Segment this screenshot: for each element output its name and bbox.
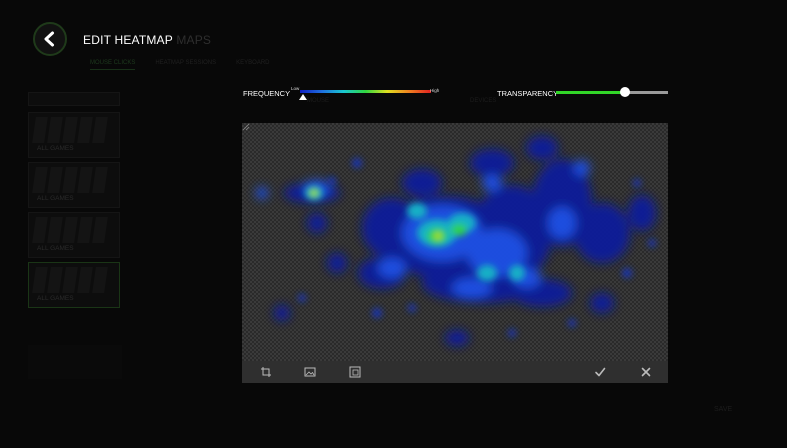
transparency-slider[interactable] — [556, 91, 668, 94]
page-title: EDIT HEATMAP MAPS — [83, 33, 211, 47]
background-image-button[interactable] — [303, 365, 317, 379]
frequency-handle[interactable] — [298, 94, 307, 100]
list-item-label: ALL GAMES — [37, 145, 74, 152]
left-label: MOUSE — [307, 98, 330, 104]
crop-icon — [261, 367, 271, 377]
resize-icon — [349, 366, 361, 378]
tab-mouse-clicks[interactable]: MOUSE CLICKS — [90, 60, 136, 70]
check-icon — [595, 367, 606, 377]
cancel-button[interactable] — [639, 365, 653, 379]
save-label[interactable]: SAVE — [714, 406, 732, 413]
frequency-slider[interactable] — [300, 90, 431, 93]
title-main: EDIT HEATMAP — [83, 33, 173, 47]
image-icon — [304, 367, 316, 377]
list-item-label: ALL GAMES — [37, 195, 74, 202]
heatmap-toolbar — [242, 361, 668, 383]
frequency-high-label: High — [430, 88, 440, 93]
thumbnail — [32, 167, 108, 193]
list-item[interactable]: ALL GAMES — [28, 162, 120, 208]
confirm-button[interactable] — [593, 365, 607, 379]
tab-heatmap-sessions[interactable]: HEATMAP SESSIONS — [155, 60, 216, 70]
tab-keyboard[interactable]: KEYBOARD — [236, 60, 269, 70]
transparency-fill — [556, 91, 626, 94]
chevron-left-icon — [44, 31, 54, 47]
heatmap-canvas[interactable] — [242, 123, 668, 361]
subtabs: MOUSE CLICKS HEATMAP SESSIONS KEYBOARD — [90, 60, 269, 70]
frequency-low-label: Low — [291, 86, 300, 91]
thumbnail — [32, 267, 108, 293]
list-footer — [28, 345, 122, 379]
list-item-selected[interactable]: ALL GAMES — [28, 262, 120, 308]
title-faded: MAPS — [176, 33, 212, 47]
frequency-label: FREQUENCY — [243, 89, 291, 98]
list-item-label: ALL GAMES — [37, 295, 74, 302]
list-item-label: ALL GAMES — [37, 245, 74, 252]
list-item[interactable]: ALL GAMES — [28, 212, 120, 258]
crop-button[interactable] — [259, 365, 273, 379]
list-item[interactable]: ALL GAMES — [28, 112, 120, 158]
thumbnail — [32, 217, 108, 243]
resize-button[interactable] — [348, 365, 362, 379]
session-list: ALL GAMES ALL GAMES ALL GAMES ALL GAMES — [28, 92, 122, 312]
thumbnail — [32, 117, 108, 143]
devices-label: DEVICES — [470, 98, 497, 104]
back-button[interactable] — [33, 22, 67, 56]
close-icon — [641, 367, 651, 377]
resize-grip-icon[interactable] — [242, 123, 250, 131]
heatmap-image — [256, 136, 656, 346]
transparency-label: TRANSPARENCY — [497, 89, 559, 98]
list-header — [28, 92, 120, 106]
